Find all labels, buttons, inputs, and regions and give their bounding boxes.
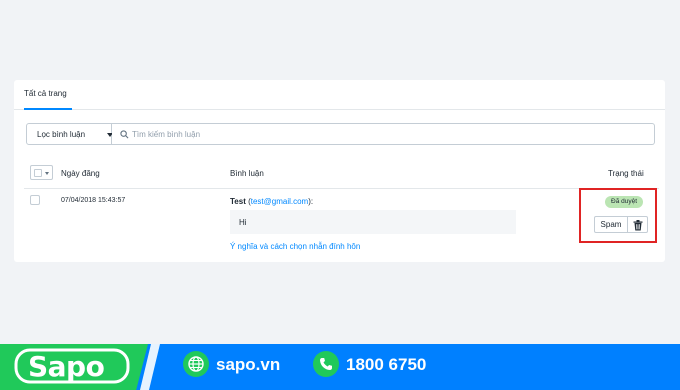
comment-author: Test (test@gmail.com):	[230, 197, 314, 206]
filter-button-label: Lọc bình luận	[37, 130, 86, 139]
chevron-down-icon	[45, 172, 49, 175]
search-icon	[120, 130, 129, 139]
author-name: Test	[230, 197, 246, 206]
header-divider	[24, 188, 659, 189]
brand-logo-text: Sapo	[28, 350, 105, 383]
tab-all-pages[interactable]: Tất cả trang	[24, 89, 67, 98]
comment-message: Hi	[230, 210, 516, 234]
search-input[interactable]	[132, 128, 632, 141]
comments-card: Tất cả trang Lọc bình luận Ngày đăng Bìn…	[14, 80, 665, 262]
filter-comments-button[interactable]: Lọc bình luận	[26, 123, 113, 145]
website-url: sapo.vn	[216, 355, 281, 374]
select-all-checkbox[interactable]	[34, 169, 42, 177]
row-checkbox[interactable]	[30, 195, 40, 205]
globe-icon	[183, 351, 209, 377]
column-header-date: Ngày đăng	[61, 169, 100, 178]
column-header-status: Trạng thái	[608, 169, 644, 178]
page-link[interactable]: Ý nghĩa và cách chọn nhẫn đính hôn	[230, 242, 360, 251]
active-tab-indicator	[24, 108, 72, 110]
bulk-select-dropdown[interactable]	[30, 165, 53, 180]
spam-button[interactable]: Spam	[594, 216, 628, 233]
trash-icon	[633, 220, 643, 231]
hotline-number: 1800 6750	[346, 355, 427, 374]
search-box[interactable]	[112, 123, 655, 145]
delete-button[interactable]	[628, 216, 648, 233]
phone-icon	[313, 351, 339, 377]
comment-date: 07/04/2018 15:43:57	[61, 197, 126, 204]
column-header-comment: Bình luận	[230, 169, 264, 178]
tab-bar: Tất cả trang	[14, 80, 665, 110]
author-email-link[interactable]: test@gmail.com	[251, 197, 308, 206]
status-badge: Đã duyệt	[605, 196, 644, 208]
